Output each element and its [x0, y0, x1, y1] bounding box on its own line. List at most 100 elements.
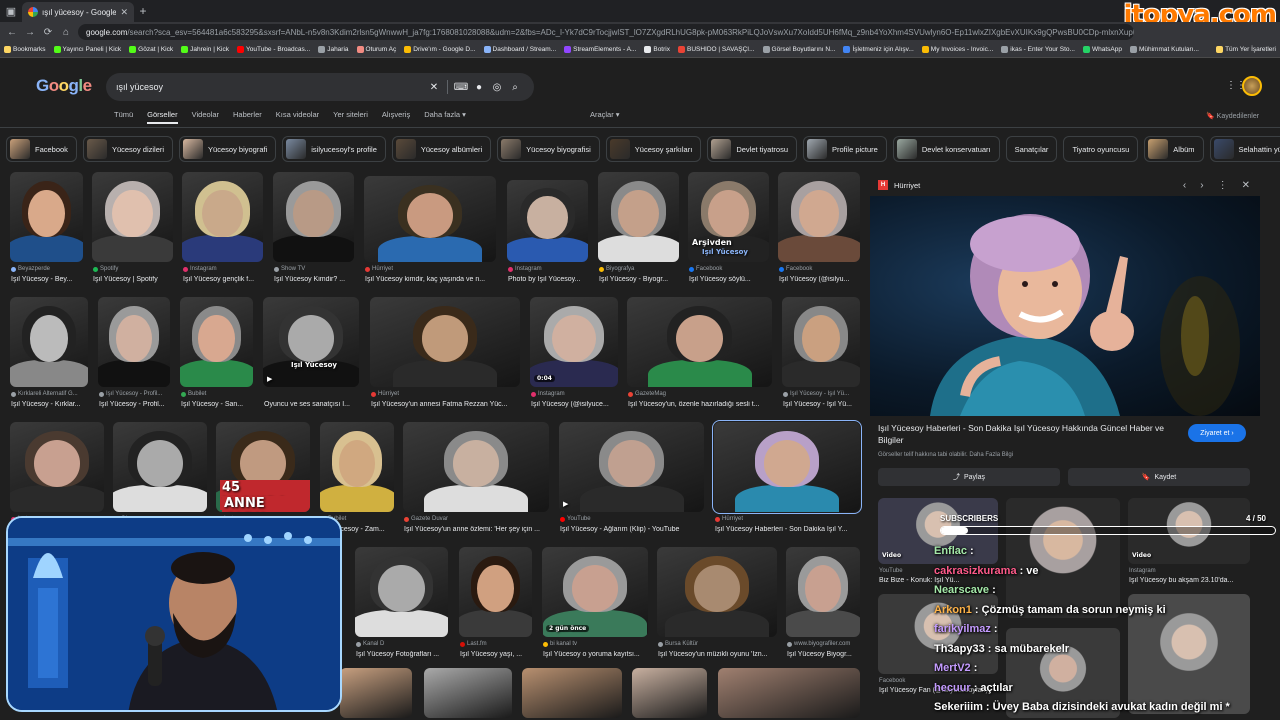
result-caption[interactable]: Işıl Yücesoy (@isilyuce...	[531, 401, 625, 408]
result-source[interactable]: Hürriyet	[365, 266, 393, 272]
result-caption[interactable]: Işıl Yücesoy (@isilyu...	[779, 276, 867, 283]
bookmark-item[interactable]: Mühimmat Kutuları...	[1129, 46, 1199, 53]
result-caption[interactable]: Işıl Yücesoy'un annesi Fatma Rezzan Yüc.…	[371, 401, 527, 408]
result-caption[interactable]: Işıl Yücesoy yaşı, ...	[460, 651, 539, 658]
image-result[interactable]: www.biyografiler.com Işıl Yücesoy Biyogr.…	[786, 547, 860, 665]
forward-icon[interactable]: →	[24, 27, 36, 38]
result-source[interactable]: GazeteMag	[628, 391, 666, 397]
tab-3[interactable]: Haberler	[233, 110, 262, 124]
chip[interactable]: Yücesoy biyografi	[179, 136, 277, 162]
result-source[interactable]: Beyazperde	[11, 266, 50, 272]
result-thumbnail[interactable]	[718, 668, 860, 718]
result-source[interactable]: Spotify	[93, 266, 118, 272]
result-thumbnail[interactable]: Arşivden Işıl Yücesoy	[688, 172, 769, 262]
result-source[interactable]: Instagram	[531, 391, 565, 397]
result-caption[interactable]: Işıl Yücesoy - Ağlarım (Klip) - YouTube	[560, 526, 711, 533]
bookmark-item[interactable]: Gözat | Kick	[129, 46, 173, 53]
search-box[interactable]: ışıl yücesoy ✕ ⌨ ● ◎ ⌕	[106, 73, 534, 101]
result-thumbnail[interactable]: Işıl Yücesoy ▶	[263, 297, 359, 387]
visit-button[interactable]: Ziyaret et ›	[1188, 424, 1246, 442]
result-thumbnail[interactable]: 45 YAŞINDAANNE OLDU	[216, 422, 310, 512]
bookmark-item[interactable]: WhatsApp	[1082, 46, 1122, 53]
chip[interactable]: Selahattin yüceso	[1209, 136, 1280, 162]
result-caption[interactable]: Işıl Yücesoy kimdir, kaç yaşında ve n...	[365, 276, 503, 283]
result-thumbnail[interactable]	[273, 172, 354, 262]
bookmark-item[interactable]: Bookmarks	[4, 46, 46, 53]
image-result[interactable]: Işıl Yücesoy - Profil... Işıl Yücesoy - P…	[98, 297, 170, 415]
share-button[interactable]: ⤴ Paylaş	[878, 468, 1060, 486]
result-source[interactable]: Facebook	[779, 266, 812, 272]
result-caption[interactable]: Işıl Yücesoy - Biyogr...	[599, 276, 686, 283]
more-options-icon[interactable]: ⋮	[1218, 180, 1228, 191]
result-thumbnail[interactable]	[424, 668, 512, 718]
preview-source[interactable]: Hürriyet	[894, 181, 920, 190]
back-icon[interactable]: ←	[6, 27, 18, 38]
result-source[interactable]: Last.fm	[460, 641, 487, 647]
result-thumbnail[interactable]	[522, 668, 622, 718]
result-thumbnail[interactable]	[657, 547, 777, 637]
image-result[interactable]: Kırklareli Alternatif G... Işıl Yücesoy -…	[10, 297, 88, 415]
result-thumbnail[interactable]	[627, 297, 772, 387]
result-source[interactable]: bi kanal tv	[543, 641, 577, 647]
result-thumbnail[interactable]	[320, 422, 394, 512]
account-avatar[interactable]	[1242, 76, 1262, 96]
result-caption[interactable]: Işıl Yücesoy - Bey...	[11, 276, 90, 283]
chip[interactable]: Devlet konservatuarı	[892, 136, 1000, 162]
result-thumbnail[interactable]: 2 gün önce	[542, 547, 648, 637]
result-source[interactable]: Hürriyet	[371, 391, 399, 397]
chip[interactable]: Yücesoy dizileri	[82, 136, 174, 162]
bookmark-item[interactable]: Dashboard / Stream...	[483, 46, 556, 53]
chip[interactable]: Yücesoy albümleri	[391, 136, 492, 162]
window-menu-icon[interactable]: ▣	[0, 0, 22, 22]
result-caption[interactable]: Işıl Yücesoy söylü...	[689, 276, 776, 283]
result-thumbnail[interactable]	[782, 297, 860, 387]
image-result[interactable]: 2 gün önce bi kanal tv Işıl Yücesoy o yoru…	[542, 547, 648, 665]
result-thumbnail[interactable]	[10, 172, 83, 262]
result-thumbnail[interactable]	[786, 547, 860, 637]
result-thumbnail[interactable]: 0:04	[530, 297, 618, 387]
result-caption[interactable]: Işıl Yücesoy o yoruma kayıtsı...	[543, 651, 655, 658]
search-input[interactable]: ışıl yücesoy	[116, 82, 425, 92]
preview-image[interactable]: ⊡	[870, 196, 1260, 416]
result-source[interactable]: www.biyografiler.com	[787, 641, 850, 647]
result-thumbnail[interactable]	[778, 172, 860, 262]
image-result[interactable]: Spotify Işıl Yücesoy | Spotify	[92, 172, 173, 290]
new-tab-icon[interactable]: +	[134, 4, 152, 18]
tab-2[interactable]: Videolar	[192, 110, 219, 124]
bookmark-item[interactable]: Görsel Boyutlarını N...	[762, 46, 835, 53]
result-caption[interactable]: Işıl Yücesoy Fotoğrafları ...	[356, 651, 455, 658]
chip[interactable]: Albüm	[1144, 136, 1204, 162]
image-result[interactable]: Hürriyet Işıl Yücesoy kimdir, kaç yaşında…	[364, 176, 496, 290]
lens-icon[interactable]: ◎	[488, 82, 506, 93]
result-source[interactable]: Show TV	[274, 266, 305, 272]
image-result[interactable]: Bubilet Işıl Yücesoy - San...	[180, 297, 253, 415]
tab-4[interactable]: Kısa videolar	[276, 110, 319, 124]
previous-icon[interactable]: ‹	[1183, 180, 1186, 191]
reload-icon[interactable]: ⟳	[42, 27, 54, 38]
result-source[interactable]: Instagram	[183, 266, 217, 272]
home-icon[interactable]: ⌂	[60, 27, 72, 38]
result-source[interactable]: Facebook	[689, 266, 722, 272]
image-result[interactable]: 0:04 Instagram Işıl Yücesoy (@isilyuce...	[530, 297, 618, 415]
result-source[interactable]: Işıl Yücesoy - Profil...	[99, 391, 162, 397]
result-thumbnail[interactable]	[113, 422, 207, 512]
chip[interactable]: Tiyatro oyuncusu	[1063, 136, 1139, 162]
result-thumbnail[interactable]	[180, 297, 253, 387]
close-tab-icon[interactable]: ✕	[120, 7, 128, 18]
image-result[interactable]: Show TV Işıl Yücesoy Kimdir? ...	[273, 172, 354, 290]
all-bookmarks[interactable]: Tüm Yer İşaretleri	[1216, 46, 1276, 53]
result-caption[interactable]: Oyuncu ve ses sanatçısı I...	[264, 401, 366, 408]
tab-0[interactable]: Tümü	[114, 110, 133, 124]
image-result[interactable]: ▶ YouTube Işıl Yücesoy - Ağlarım (Klip) - …	[559, 422, 704, 540]
result-source[interactable]: Instagram	[508, 266, 542, 272]
tab-1[interactable]: Görseller	[147, 110, 178, 124]
result-thumbnail[interactable]: ▶	[559, 422, 704, 512]
bookmark-item[interactable]: Drive'ım - Google D...	[404, 46, 476, 53]
result-thumbnail[interactable]	[92, 172, 173, 262]
image-result[interactable]: Beyazperde Işıl Yücesoy - Bey...	[10, 172, 83, 290]
chip[interactable]: Profile picture	[803, 136, 887, 162]
chip[interactable]: Sanatçılar	[1005, 136, 1058, 162]
image-result[interactable]: Işıl Yücesoy ▶ Oyuncu ve ses sanatçısı I..…	[263, 297, 359, 415]
search-icon[interactable]: ⌕	[506, 82, 524, 93]
result-thumbnail[interactable]	[10, 297, 88, 387]
